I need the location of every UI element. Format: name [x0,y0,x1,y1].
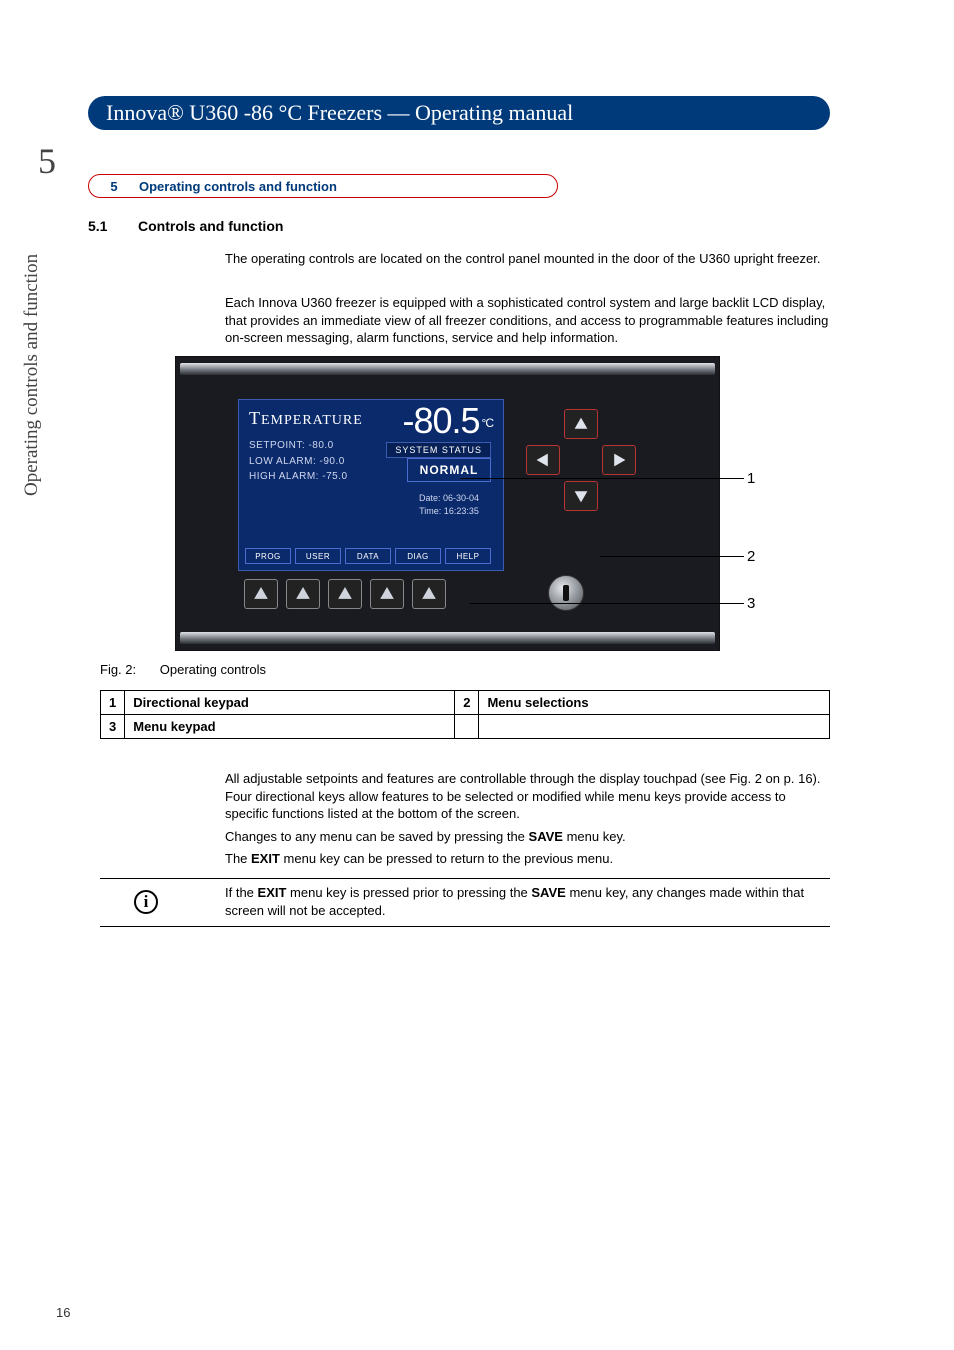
lcd-temperature-value: -80.5°C [402,400,493,442]
lcd-temp-label-rest: EMPERATURE [261,413,363,428]
p5-a: The [225,851,251,866]
legend-val-1: Directional keypad [125,691,455,715]
menu-key-4[interactable] [370,579,404,609]
legend-key-1: 1 [101,691,125,715]
lcd-status-label: SYSTEM STATUS [386,442,491,458]
menu-key-3[interactable] [328,579,362,609]
menu-key-1[interactable] [244,579,278,609]
arrow-up-icon [338,587,352,601]
arrow-up-icon [380,587,394,601]
page-title-bar: Innova® U360 -86 °C Freezers — Operating… [88,96,830,130]
table-row: 1 Directional keypad 2 Menu selections [101,691,830,715]
menu-tab-diag[interactable]: DIAG [395,548,441,564]
arrow-up-icon [573,416,589,432]
chapter-number: 5 [38,140,56,182]
arrow-right-icon [611,452,627,468]
page-number: 16 [56,1305,70,1320]
directional-keypad [526,409,636,519]
subsection-number: 5.1 [88,218,114,234]
p5-c: menu key can be pressed to return to the… [280,851,613,866]
paragraph-2: Each Innova U360 freezer is equipped wit… [225,294,831,347]
note-c: menu key is pressed prior to pressing th… [286,885,531,900]
paragraph-3: All adjustable setpoints and features ar… [225,770,831,823]
legend-empty-k [455,715,479,739]
lcd-temperature-label: TEMPERATURE [249,408,363,429]
arrow-left-icon [535,452,551,468]
menu-keypad [244,579,446,609]
info-icon: i [134,890,158,914]
menu-tab-prog[interactable]: PROG [245,548,291,564]
section-heading: 5 Operating controls and function [88,174,558,198]
legend-key-2: 2 [455,691,479,715]
lcd-setpoints: SETPOINT: -80.0 LOW ALARM: -90.0 HIGH AL… [249,438,348,485]
note-text: If the EXIT menu key is pressed prior to… [225,884,831,919]
p5-exit: EXIT [251,851,280,866]
bezel-highlight-top [180,363,715,375]
legend-empty-v [479,715,830,739]
menu-key-2[interactable] [286,579,320,609]
section-label: Operating controls and function [139,179,337,194]
dpad-down-button[interactable] [564,481,598,511]
paragraph-5: The EXIT menu key can be pressed to retu… [225,850,831,868]
p4-save: SAVE [529,829,563,844]
dpad-up-button[interactable] [564,409,598,439]
lcd-low-alarm: LOW ALARM: -90.0 [249,454,348,470]
key-lock[interactable] [548,575,584,611]
legend-val-2: Menu selections [479,691,830,715]
legend-val-3: Menu keypad [125,715,455,739]
paragraph-1: The operating controls are located on th… [225,250,831,268]
arrow-up-icon [254,587,268,601]
note-rule-top [100,878,830,879]
dpad-left-button[interactable] [526,445,560,475]
note-rule-bottom [100,926,830,927]
note-save: SAVE [531,885,565,900]
figure-caption: Fig. 2: Operating controls [100,662,266,677]
menu-tab-user[interactable]: USER [295,548,341,564]
side-caption: Operating controls and function [21,254,43,496]
callout-3: 3 [747,595,755,612]
menu-tab-data[interactable]: DATA [345,548,391,564]
figure-caption-text: Operating controls [160,662,266,677]
panel-bezel: TEMPERATURE -80.5°C SETPOINT: -80.0 LOW … [175,356,720,651]
dpad-right-button[interactable] [602,445,636,475]
control-panel-figure: TEMPERATURE -80.5°C SETPOINT: -80.0 LOW … [175,356,720,651]
callout-3-line [470,603,744,604]
p4-a: Changes to any menu can be saved by pres… [225,829,529,844]
lcd-temp-label-cap: T [249,408,261,428]
menu-tab-help[interactable]: HELP [445,548,491,564]
paragraph-4: Changes to any menu can be saved by pres… [225,828,831,846]
lcd-high-alarm: HIGH ALARM: -75.0 [249,469,348,485]
note-exit: EXIT [258,885,287,900]
callout-1-line [460,478,744,479]
lcd-menu-tabs: PROG USER DATA DIAG HELP [245,548,491,564]
callout-2: 2 [747,548,755,565]
section-number: 5 [89,179,139,194]
lcd-date: Date: 06-30-04 [407,492,491,505]
note-a: If the [225,885,258,900]
page-title: Innova® U360 -86 °C Freezers — Operating… [106,100,573,126]
menu-key-5[interactable] [412,579,446,609]
lcd-time: Time: 16:23:35 [407,505,491,518]
lcd-display: TEMPERATURE -80.5°C SETPOINT: -80.0 LOW … [238,399,504,571]
bezel-highlight-bottom [180,632,715,644]
legend-table: 1 Directional keypad 2 Menu selections 3… [100,690,830,739]
table-row: 3 Menu keypad [101,715,830,739]
lcd-datetime: Date: 06-30-04 Time: 16:23:35 [407,492,491,517]
arrow-up-icon [422,587,436,601]
subsection-heading: 5.1 Controls and function [88,218,283,234]
lcd-temp-number: -80.5 [402,400,479,441]
lcd-temp-unit: °C [482,416,493,430]
callout-1: 1 [747,470,755,487]
callout-2-line [600,556,744,557]
figure-number: Fig. 2: [100,662,136,677]
lcd-setpoint: SETPOINT: -80.0 [249,438,348,454]
p4-c: menu key. [563,829,626,844]
subsection-label: Controls and function [138,218,283,234]
arrow-down-icon [573,488,589,504]
arrow-up-icon [296,587,310,601]
legend-key-3: 3 [101,715,125,739]
